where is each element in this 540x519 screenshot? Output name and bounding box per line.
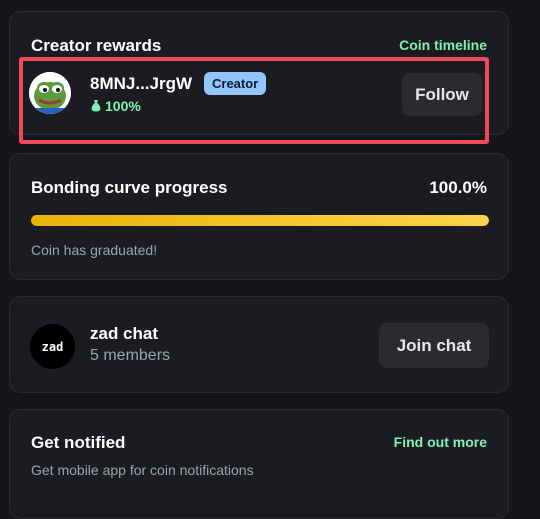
notify-card: Get notified Find out more Get mobile ap… (9, 409, 509, 519)
pepe-frog-icon (29, 72, 71, 114)
chat-members-count: 5 members (90, 347, 171, 364)
bonding-progress-fill (31, 215, 489, 226)
chat-avatar: zad (30, 324, 75, 369)
notify-title: Get notified (31, 433, 126, 452)
bonding-curve-title: Bonding curve progress (31, 178, 228, 197)
graduation-status: Coin has graduated! (31, 242, 158, 258)
follow-button[interactable]: Follow (402, 73, 482, 116)
bonding-curve-percent: 100.0% (429, 178, 487, 197)
money-bag-icon (91, 100, 101, 112)
chat-name: zad chat (90, 324, 159, 343)
creator-share: 100% (91, 98, 141, 114)
creator-address[interactable]: 8MNJ...JrgW (90, 74, 192, 94)
coin-timeline-link[interactable]: Coin timeline (399, 37, 487, 53)
notify-subtitle: Get mobile app for coin notifications (31, 462, 254, 478)
pepe-frog-avatar[interactable] (29, 72, 71, 114)
creator-rewards-title: Creator rewards (31, 36, 162, 55)
chat-card: zad zad chat 5 members Join chat (9, 296, 509, 393)
bonding-curve-card: Bonding curve progress 100.0% Coin has g… (9, 153, 509, 280)
find-out-more-link[interactable]: Find out more (394, 434, 487, 450)
bonding-progress-bar (31, 215, 489, 226)
join-chat-button[interactable]: Join chat (379, 323, 489, 368)
creator-share-value: 100% (105, 98, 141, 114)
creator-badge: Creator (204, 72, 267, 95)
